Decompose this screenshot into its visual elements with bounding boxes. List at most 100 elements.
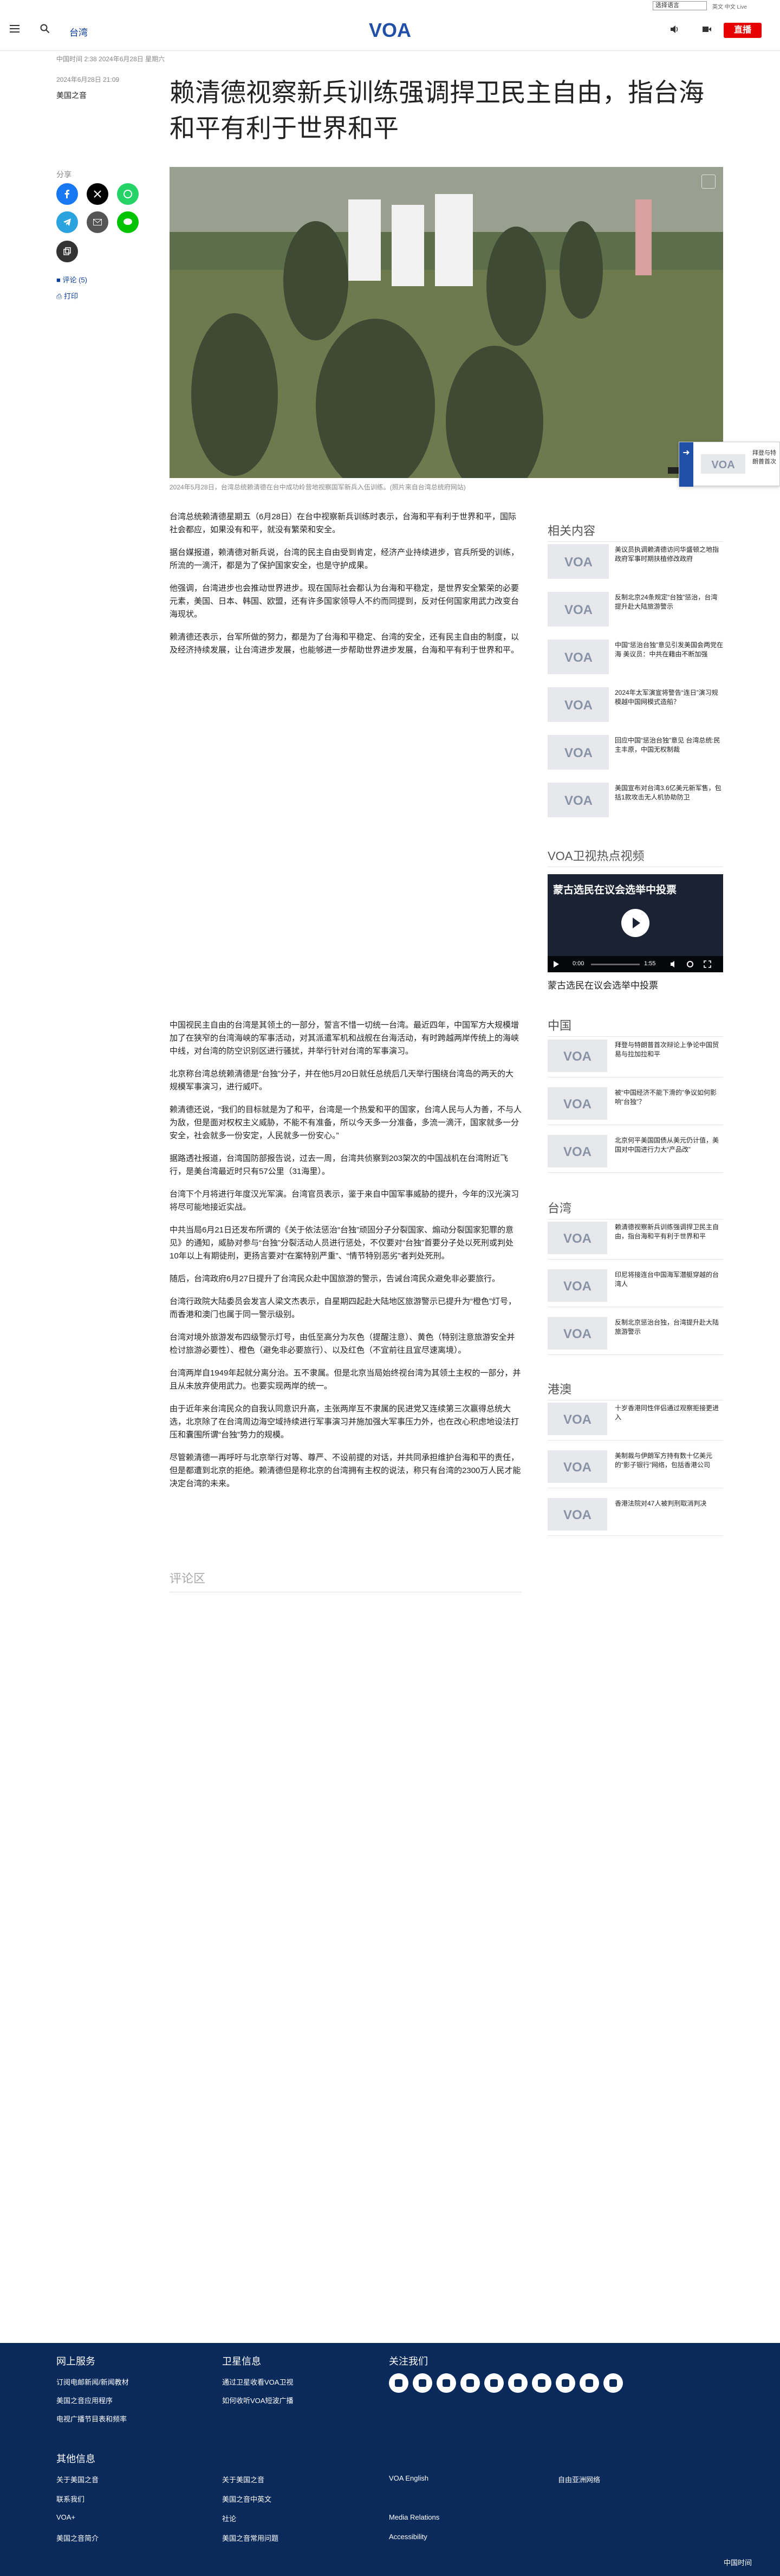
x-icon[interactable] — [413, 2373, 432, 2393]
telegram-icon[interactable] — [484, 2373, 504, 2393]
related-item[interactable]: VOA 美议员执调赖清德访问华盛顿之地指政府军事时期扶植修改政府 — [548, 544, 723, 580]
video-icon[interactable] — [702, 25, 712, 34]
top-links[interactable]: 英文 中文 Live — [712, 2, 747, 10]
hk-item[interactable]: VOA 美制裁与伊朗军方持有数十亿美元的“影子银行”网络，包括香港公司 — [548, 1450, 723, 1488]
china-item[interactable]: VOA 拜登与特朗普首次辩论上争论中国贸易与拉加拉和平 — [548, 1040, 723, 1077]
footer-other-link[interactable]: 联系我们 — [56, 2494, 84, 2504]
footer-other-link[interactable]: 自由亚洲网络 — [558, 2474, 600, 2484]
video-controls[interactable]: 0:00 1:55 — [548, 956, 723, 972]
play-small-icon[interactable] — [553, 961, 560, 967]
taiwan-heading[interactable]: 台湾 — [548, 1199, 723, 1219]
footer-other-link[interactable]: 社论 — [222, 2513, 236, 2523]
china-heading[interactable]: 中国 — [548, 1016, 723, 1037]
china-thumbnail: VOA — [548, 1135, 607, 1167]
speaker-icon[interactable] — [670, 25, 679, 34]
hk-item[interactable]: VOA 十岁香港同性伴侣通过观察拒接更进入 — [548, 1403, 723, 1441]
section-link[interactable]: 台湾 — [69, 25, 88, 38]
hk-item[interactable]: VOA 香港法院对47人被判刑取消判决 — [548, 1498, 723, 1536]
copy-link-button[interactable] — [56, 241, 78, 262]
podcast-icon[interactable] — [532, 2373, 551, 2393]
related-item[interactable]: VOA 反制北京24条规定“台独”惩治，台湾提升赴大陆旅游警示 — [548, 592, 723, 628]
voa-placeholder-text: VOA — [563, 1097, 592, 1111]
voa-placeholder-text: VOA — [564, 746, 592, 760]
youtube-icon[interactable] — [437, 2373, 456, 2393]
video-duration: 1:55 — [644, 960, 656, 967]
related-item[interactable]: VOA 中国“惩治台独”意见引发美国会两党在海 美议员：中共在藉由不断加强 — [548, 640, 723, 675]
volume-icon[interactable] — [670, 960, 678, 968]
fullscreen-icon[interactable] — [704, 960, 711, 968]
taiwan-thumbnail: VOA — [548, 1317, 607, 1350]
china-item[interactable]: VOA 北京何平美国国债从美元仍计值，美国对中国进行力大“产品改” — [548, 1135, 723, 1173]
play-icon[interactable] — [621, 909, 649, 937]
telegram-icon-glyph — [490, 2379, 498, 2387]
whatsapp-icon-glyph — [514, 2379, 522, 2387]
footer-other-link[interactable]: 关于美国之音 — [222, 2474, 264, 2484]
whatsapp-icon[interactable] — [508, 2373, 528, 2393]
floating-news-card[interactable]: ➜ VOA 拜登与特朗普首次辩论 — [679, 442, 780, 487]
video-caption[interactable]: 蒙古选民在议会选举中投票 — [548, 978, 723, 991]
expand-icon[interactable] — [701, 175, 716, 189]
footer-other-link[interactable]: 美国之音常用问题 — [222, 2533, 278, 2543]
email-share-button[interactable] — [87, 211, 108, 233]
article-date: 2024年6月28日 21:09 — [56, 76, 120, 83]
x-share-button[interactable] — [87, 183, 108, 205]
search-icon[interactable] — [40, 24, 50, 34]
related-thumbnail: VOA — [548, 544, 609, 579]
live-button[interactable]: 直播 — [724, 23, 762, 38]
video-progress[interactable] — [591, 964, 640, 965]
comment-icon: ■ — [56, 276, 61, 284]
footer-other-link[interactable]: VOA English — [389, 2474, 428, 2482]
related-item[interactable]: VOA 回应中国“惩治台独”意见 台湾总统:民主丰原，中国无权制裁 — [548, 735, 723, 771]
share-label: 分享 — [56, 170, 72, 179]
footer-other-link[interactable]: 关于美国之音 — [56, 2474, 99, 2484]
footer-link[interactable]: 通过卫星收看VOA卫视 — [222, 2377, 293, 2387]
china-item[interactable]: VOA 被“中国经济不能下滑的”争议如何影响“台独”？ — [548, 1087, 723, 1125]
footer-link[interactable]: 如何收听VOA短波广播 — [222, 2395, 293, 2405]
hero-image[interactable] — [170, 167, 723, 478]
comments-link[interactable]: ■ 评论 (5) — [56, 274, 87, 285]
article-paragraph: 北京称台湾总统赖清德是“台独”分子，并在他5月20日就任总统后几天举行围绕台湾岛… — [170, 1069, 514, 1092]
telegram-share-button[interactable] — [56, 211, 78, 233]
taiwan-item-title: 赖清德视察新兵训练强调捍卫民主自由，指台海和平有利于世界和平 — [615, 1223, 719, 1240]
footer-other-link[interactable]: Accessibility — [389, 2533, 427, 2541]
podcast-icon-glyph — [538, 2379, 545, 2387]
video-heading[interactable]: VOA卫视热点视频 — [548, 847, 723, 867]
facebook-icon[interactable] — [389, 2373, 408, 2393]
article-author[interactable]: 美国之音 — [56, 90, 87, 101]
arrow-right-icon[interactable]: ➜ — [679, 442, 693, 487]
line-icon[interactable] — [580, 2373, 599, 2393]
instagram-icon[interactable] — [460, 2373, 480, 2393]
hk-heading[interactable]: 港澳 — [548, 1380, 723, 1400]
video-player[interactable]: 蒙古选民在议会选举中投票 0:00 1:55 — [548, 874, 723, 972]
settings-icon[interactable] — [686, 960, 694, 968]
print-link[interactable]: ⎙ 打印 — [56, 290, 78, 301]
voa-placeholder-logo: VOA — [563, 1231, 592, 1245]
related-item[interactable]: VOA 2024年太军演宣将警告“连日”演习规模越中国网模式造船？ — [548, 687, 723, 723]
footer-other-link[interactable]: 美国之音中英文 — [222, 2494, 271, 2504]
email-icon[interactable] — [603, 2373, 623, 2393]
voa-placeholder-text: VOA — [564, 650, 592, 664]
footer-other-link[interactable]: 美国之音简介 — [56, 2533, 99, 2543]
footer-link[interactable]: 订阅电邮新闻/新闻教材 — [56, 2377, 129, 2387]
whatsapp-share-button[interactable] — [117, 183, 139, 205]
footer-link[interactable]: 电视广播节目表和频率 — [56, 2413, 127, 2424]
footer-other-link[interactable]: Media Relations — [389, 2513, 439, 2521]
related-item[interactable]: VOA 美国宣布对台湾3.6亿美元新军售，包括1款攻击无人机协助防卫 — [548, 783, 723, 818]
taiwan-item[interactable]: VOA 反制北京惩治台独，台湾提升赴大陆旅游警示 — [548, 1317, 723, 1355]
rss-icon[interactable] — [556, 2373, 575, 2393]
line-share-button[interactable] — [117, 211, 139, 233]
taiwan-item[interactable]: VOA 赖清德视察新兵训练强调捍卫民主自由，指台海和平有利于世界和平 — [548, 1222, 723, 1260]
voa-placeholder-text: VOA — [563, 1460, 592, 1474]
facebook-share-button[interactable] — [56, 183, 78, 205]
voa-logo[interactable]: VOA — [362, 20, 418, 41]
footer-link[interactable]: 美国之音应用程序 — [56, 2395, 113, 2405]
voa-placeholder-logo: VOA — [564, 698, 592, 712]
article-paragraph: 赖清德还说，“我们的目标就是为了和平，台湾是一个热爱和平的国家，台湾人民与人为善… — [170, 1105, 522, 1140]
facebook-icon-glyph — [395, 2379, 402, 2387]
language-select[interactable]: 选择语言 — [653, 1, 707, 10]
menu-icon[interactable] — [10, 25, 20, 33]
article-title: 赖清德视察新兵训练强调捍卫民主自由，指台海和平有利于世界和平 — [170, 78, 704, 143]
taiwan-item[interactable]: VOA 印尼将接连台中国海军潜艇穿越的台湾人 — [548, 1269, 723, 1307]
voa-placeholder-text: VOA — [563, 1279, 592, 1293]
footer-other-link[interactable]: VOA+ — [56, 2513, 75, 2521]
